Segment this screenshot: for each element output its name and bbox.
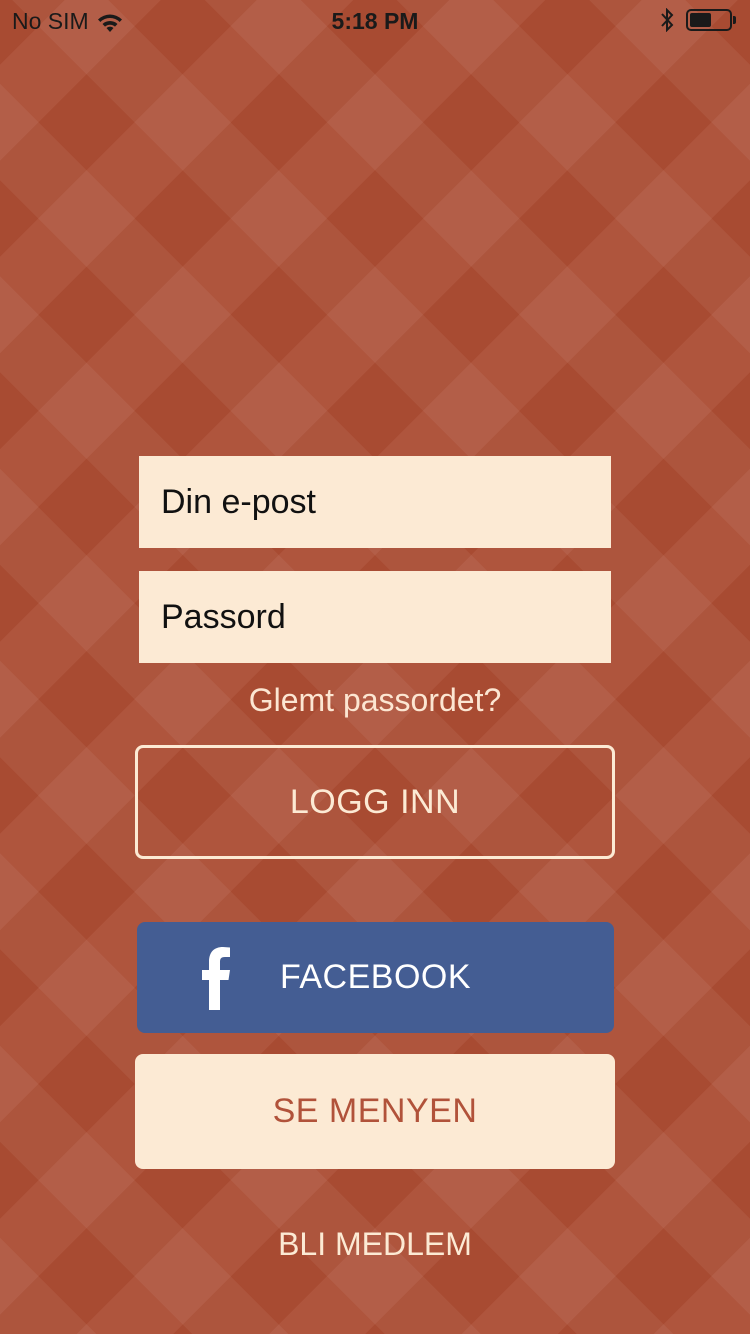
- login-button-label: LOGG INN: [289, 782, 461, 821]
- forgot-password-label: Glemt passordet?: [248, 682, 502, 718]
- password-placeholder: Passord: [161, 597, 286, 636]
- see-menu-button[interactable]: SE MENYEN: [135, 1054, 615, 1169]
- status-bar: No SIM 5:18 PM: [0, 0, 750, 40]
- battery-icon: [686, 9, 732, 31]
- see-menu-button-label: SE MENYEN: [272, 1092, 478, 1130]
- facebook-icon: [200, 946, 232, 1010]
- forgot-password-link[interactable]: Glemt passordet?: [0, 682, 750, 719]
- email-placeholder: Din e-post: [161, 482, 316, 521]
- password-field[interactable]: Passord: [139, 571, 611, 663]
- bluetooth-icon: [660, 7, 674, 33]
- email-field[interactable]: Din e-post: [139, 456, 611, 548]
- join-member-link[interactable]: BLI MEDLEM: [0, 1226, 750, 1263]
- system-indicators: [660, 7, 736, 33]
- battery-level: [690, 13, 712, 27]
- facebook-button-label: FACEBOOK: [279, 958, 472, 996]
- battery-tip: [733, 16, 736, 24]
- login-button[interactable]: LOGG INN: [135, 745, 615, 859]
- status-time: 5:18 PM: [331, 8, 419, 34]
- join-member-label: BLI MEDLEM: [278, 1226, 472, 1262]
